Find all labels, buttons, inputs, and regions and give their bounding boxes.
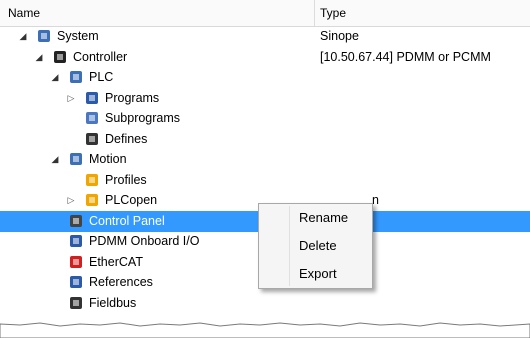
subprograms-icon <box>84 110 100 126</box>
control-panel-icon <box>68 213 84 229</box>
tree-item-label: PDMM Onboard I/O <box>89 234 200 248</box>
tree-item-label: Motion <box>89 152 127 166</box>
collapse-arrow-icon[interactable]: ◢ <box>50 71 60 83</box>
controller-icon <box>52 49 68 65</box>
onboard-io-icon <box>68 233 84 249</box>
plc-icon <box>68 69 84 85</box>
tree-item-label: Subprograms <box>105 111 181 125</box>
tree-item-label: PLCopen <box>105 193 158 207</box>
motion-icon <box>68 151 84 167</box>
system-icon <box>36 28 52 44</box>
ethercat-icon <box>68 254 84 270</box>
tree-item-label: Profiles <box>105 172 147 187</box>
fieldbus-icon <box>68 295 84 311</box>
menu-item-export[interactable]: Export <box>259 260 372 288</box>
tree-row[interactable]: Profiles <box>0 170 530 191</box>
tree-item-type: Sinope <box>320 29 359 43</box>
references-icon <box>68 274 84 290</box>
tree-item-label: Defines <box>105 131 148 146</box>
programs-icon <box>84 90 100 106</box>
expand-arrow-icon[interactable]: ▷ <box>66 92 76 104</box>
menu-item-label: Rename <box>299 210 349 225</box>
torn-edge <box>0 322 530 338</box>
tree-row[interactable]: Defines <box>0 129 530 150</box>
tree-row[interactable]: ◢ System Sinope <box>0 26 530 47</box>
tree-row[interactable]: ◢ PLC <box>0 67 530 88</box>
tree-item-label: System <box>57 29 99 43</box>
collapse-arrow-icon[interactable]: ◢ <box>34 51 44 63</box>
menu-item-label: Delete <box>299 238 337 253</box>
collapse-arrow-icon[interactable]: ◢ <box>18 30 28 42</box>
tree-item-label: References <box>89 275 153 289</box>
tree-item-type: n <box>372 193 379 207</box>
tree-row[interactable]: Fieldbus <box>0 293 530 314</box>
plcopen-icon <box>84 192 100 208</box>
tree-item-label: EtherCAT <box>89 254 143 269</box>
tree-row[interactable]: ▷ Programs <box>0 88 530 109</box>
menu-item-label: Export <box>299 266 337 281</box>
tree-item-label: Programs <box>105 90 160 105</box>
tree-item-type: [10.50.67.44] PDMM or PCMM <box>320 49 491 64</box>
menu-item-rename[interactable]: Rename <box>259 204 372 232</box>
expand-arrow-icon[interactable]: ▷ <box>66 194 76 206</box>
name-column-header[interactable]: Name <box>8 0 40 26</box>
tree-item-label: PLC <box>89 70 114 84</box>
profiles-icon <box>84 172 100 188</box>
menu-item-delete[interactable]: Delete <box>259 232 372 260</box>
tree-item-label: Controller <box>73 49 128 64</box>
tree-row[interactable]: Subprograms <box>0 108 530 129</box>
tree-item-label: Fieldbus <box>89 295 137 310</box>
type-column-header[interactable]: Type <box>320 0 346 26</box>
column-divider[interactable] <box>314 0 315 26</box>
column-header: Name Type <box>0 0 530 27</box>
tree-row[interactable]: ◢ Controller [10.50.67.44] PDMM or PCMM <box>0 47 530 68</box>
defines-icon <box>84 131 100 147</box>
context-menu: Rename Delete Export <box>258 203 373 289</box>
collapse-arrow-icon[interactable]: ◢ <box>50 153 60 165</box>
tree-item-label: Control Panel <box>89 213 165 228</box>
tree-row[interactable]: ◢ Motion <box>0 149 530 170</box>
